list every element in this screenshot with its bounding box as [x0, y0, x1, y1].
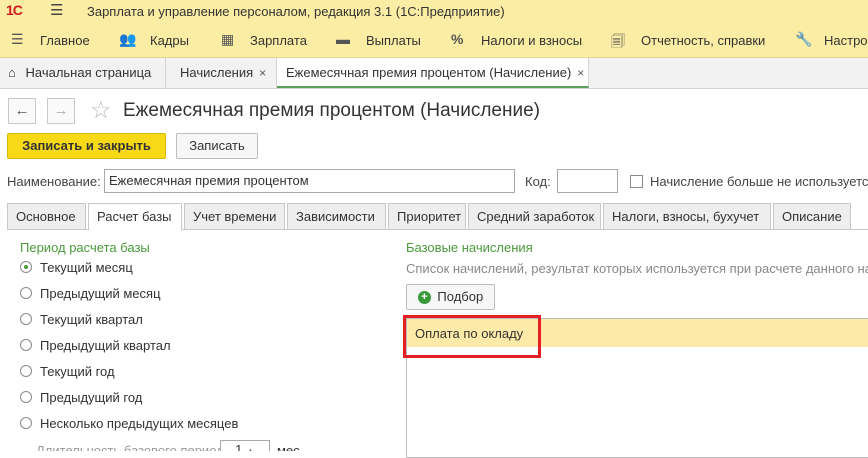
- tab-time-tracking[interactable]: Учет времени: [184, 203, 285, 230]
- name-field[interactable]: Ежемесячная премия процентом: [104, 169, 515, 193]
- app-logo: 1С: [6, 2, 23, 18]
- tab-accruals-label: Начисления: [180, 65, 254, 80]
- radio-previous-month[interactable]: [20, 287, 32, 299]
- duration-value: 1: [235, 442, 243, 451]
- unused-label: Начисление больше не используется: [650, 174, 868, 189]
- arrow-left-icon: ←: [14, 102, 30, 119]
- base-description: Список начислений, результат которых исп…: [406, 261, 868, 276]
- radio-several-months[interactable]: [20, 417, 32, 429]
- home-icon: ⌂: [8, 65, 16, 80]
- close-icon[interactable]: ×: [259, 66, 266, 80]
- tab-taxes-accounting[interactable]: Налоги, взносы, бухучет: [603, 203, 771, 230]
- tab-bonus-accrual-label: Ежемесячная премия процентом (Начисление…: [286, 65, 572, 80]
- radio-current-month[interactable]: [20, 261, 32, 273]
- tab-accruals[interactable]: Начисления ×: [166, 58, 277, 88]
- select-button-label: Подбор: [437, 289, 484, 304]
- document-icon: 🗐: [611, 33, 625, 49]
- tab-main[interactable]: Основное: [7, 203, 86, 230]
- tab-priority[interactable]: Приоритет: [388, 203, 466, 230]
- code-field[interactable]: [557, 169, 618, 193]
- calculator-icon: ▦: [221, 31, 235, 47]
- tab-average-earnings[interactable]: Средний заработок: [468, 203, 601, 230]
- duration-stepper[interactable]: 1 ▲: [220, 440, 270, 451]
- tab-bonus-accrual[interactable]: Ежемесячная премия процентом (Начисление…: [277, 58, 589, 88]
- hamburger-icon: ☰: [11, 31, 24, 47]
- app-title: Зарплата и управление персоналом, редакц…: [87, 4, 505, 19]
- favorite-star-icon[interactable]: ☆: [90, 96, 112, 125]
- option-label: Предыдущий месяц: [40, 286, 161, 301]
- option-label: Предыдущий квартал: [40, 338, 171, 353]
- unused-checkbox[interactable]: [630, 175, 643, 188]
- wrench-icon: 🔧: [795, 31, 813, 47]
- forward-button[interactable]: →: [47, 98, 75, 124]
- save-button[interactable]: Записать: [176, 133, 258, 159]
- select-button[interactable]: + Подбор: [406, 284, 495, 310]
- wallet-icon: ▬: [336, 31, 350, 47]
- menu-item-main[interactable]: Главное: [40, 33, 90, 48]
- tab-dependencies[interactable]: Зависимости: [287, 203, 386, 230]
- name-label: Наименование:: [7, 174, 101, 189]
- option-label: Несколько предыдущих месяцев: [40, 416, 239, 431]
- back-button[interactable]: ←: [8, 98, 36, 124]
- menu-item-settings[interactable]: Настро: [824, 33, 868, 48]
- duration-unit: мес.: [277, 443, 304, 451]
- percent-icon: %: [451, 31, 464, 47]
- close-icon[interactable]: ×: [577, 66, 584, 80]
- menu-item-taxes[interactable]: Налоги и взносы: [481, 33, 582, 48]
- option-label: Текущий год: [40, 364, 115, 379]
- duration-row: Длительность базового периода 1 ▲ мес.: [0, 440, 400, 451]
- tab-description[interactable]: Описание: [773, 203, 851, 230]
- menu-item-reports[interactable]: Отчетность, справки: [641, 33, 765, 48]
- radio-current-quarter[interactable]: [20, 313, 32, 325]
- option-label: Текущий месяц: [40, 260, 133, 275]
- code-label: Код:: [525, 174, 551, 189]
- duration-label: Длительность базового периода: [36, 443, 231, 451]
- main-menu-icon[interactable]: ☰: [50, 1, 63, 19]
- radio-current-year[interactable]: [20, 365, 32, 377]
- stepper-arrows-icon[interactable]: ▲: [246, 446, 255, 451]
- option-label: Текущий квартал: [40, 312, 143, 327]
- tab-base-calc[interactable]: Расчет базы: [88, 203, 182, 231]
- annotation-highlight-box: [403, 315, 541, 358]
- people-icon: 👥: [119, 31, 137, 47]
- radio-previous-year[interactable]: [20, 391, 32, 403]
- period-section-title: Период расчета базы: [20, 240, 150, 255]
- save-and-close-button[interactable]: Записать и закрыть: [7, 133, 166, 159]
- tab-home-label: Начальная страница: [25, 65, 152, 80]
- menu-item-salary[interactable]: Зарплата: [250, 33, 307, 48]
- option-label: Предыдущий год: [40, 390, 143, 405]
- plus-icon: +: [417, 291, 431, 305]
- base-section-title: Базовые начисления: [406, 240, 533, 255]
- form-title: Ежемесячная премия процентом (Начисление…: [123, 100, 540, 121]
- menu-item-hr[interactable]: Кадры: [150, 33, 189, 48]
- arrow-right-icon: →: [53, 102, 69, 119]
- tab-home[interactable]: ⌂ Начальная страница: [0, 58, 166, 88]
- menu-item-payments[interactable]: Выплаты: [366, 33, 421, 48]
- radio-previous-quarter[interactable]: [20, 339, 32, 351]
